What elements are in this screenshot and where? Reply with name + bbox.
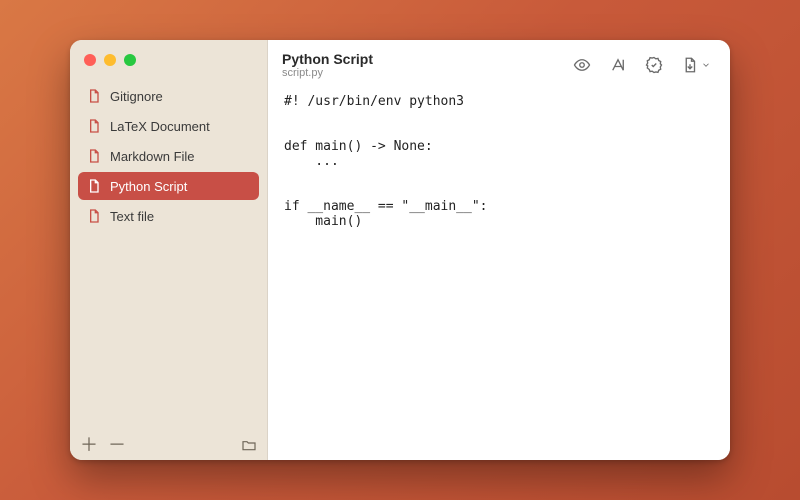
sidebar-item-textfile[interactable]: Text file bbox=[78, 202, 259, 230]
sidebar-item-gitignore[interactable]: Gitignore bbox=[78, 82, 259, 110]
minimize-icon[interactable] bbox=[104, 54, 116, 66]
main-panel: Python Script script.py #! /usr/bin/env … bbox=[268, 40, 730, 460]
template-list: Gitignore LaTeX Document Markdown File P… bbox=[70, 76, 267, 430]
sidebar-item-label: Gitignore bbox=[110, 89, 163, 104]
app-window: Gitignore LaTeX Document Markdown File P… bbox=[70, 40, 730, 460]
code-editor[interactable]: #! /usr/bin/env python3 def main() -> No… bbox=[268, 90, 730, 460]
document-icon bbox=[86, 118, 102, 134]
sidebar-item-label: Python Script bbox=[110, 179, 187, 194]
sidebar-footer: ＋ － bbox=[70, 430, 267, 460]
document-title: Python Script bbox=[282, 51, 373, 67]
add-icon[interactable]: ＋ bbox=[80, 437, 96, 453]
sidebar-item-markdown[interactable]: Markdown File bbox=[78, 142, 259, 170]
window-controls bbox=[70, 40, 267, 76]
toolbar: Python Script script.py bbox=[268, 40, 730, 90]
sidebar: Gitignore LaTeX Document Markdown File P… bbox=[70, 40, 268, 460]
sidebar-item-latex[interactable]: LaTeX Document bbox=[78, 112, 259, 140]
badge-check-icon bbox=[645, 56, 663, 74]
document-filename: script.py bbox=[282, 67, 373, 80]
maximize-icon[interactable] bbox=[124, 54, 136, 66]
preview-button[interactable] bbox=[568, 52, 596, 78]
chevron-down-icon bbox=[701, 60, 711, 70]
eye-icon bbox=[573, 56, 591, 74]
verify-button[interactable] bbox=[640, 52, 668, 78]
document-icon bbox=[86, 148, 102, 164]
title-block: Python Script script.py bbox=[282, 51, 373, 80]
document-icon bbox=[86, 208, 102, 224]
folder-icon[interactable] bbox=[241, 437, 257, 453]
document-icon bbox=[86, 178, 102, 194]
sidebar-item-label: LaTeX Document bbox=[110, 119, 210, 134]
close-icon[interactable] bbox=[84, 54, 96, 66]
sidebar-item-python[interactable]: Python Script bbox=[78, 172, 259, 200]
rename-button[interactable] bbox=[604, 52, 632, 78]
export-button[interactable] bbox=[676, 52, 716, 78]
sidebar-item-label: Markdown File bbox=[110, 149, 195, 164]
text-cursor-icon bbox=[609, 56, 627, 74]
sidebar-item-label: Text file bbox=[110, 209, 154, 224]
document-export-icon bbox=[681, 56, 699, 74]
document-icon bbox=[86, 88, 102, 104]
remove-icon[interactable]: － bbox=[108, 437, 124, 453]
